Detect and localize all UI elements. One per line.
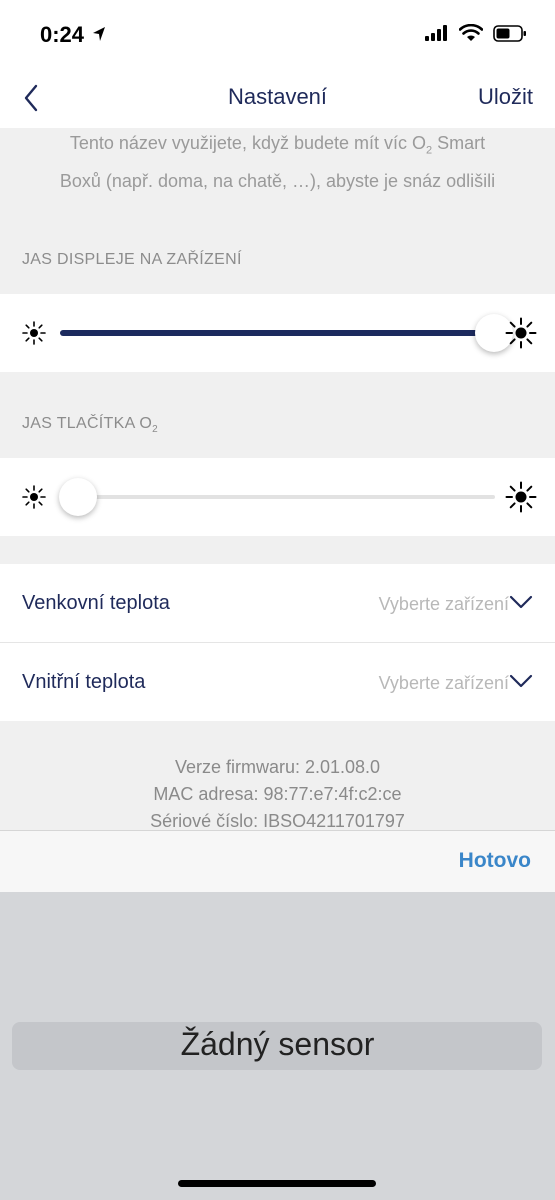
device-info: Verze firmwaru: 2.01.08.0 MAC adresa: 98… <box>0 754 555 830</box>
firmware-version: Verze firmwaru: 2.01.08.0 <box>174 757 381 777</box>
button-brightness-label-subscript: 2 <box>152 424 159 436</box>
done-button[interactable]: Hotovo <box>459 849 531 873</box>
indoor-temperature-label: Vnitřní teplota <box>22 671 146 693</box>
display-brightness-slider[interactable] <box>60 330 495 336</box>
mac-address: MAC adresa: 98:77:e7:4f:c2:ce <box>153 784 402 804</box>
display-brightness-slider-row <box>0 294 555 372</box>
cellular-signal-icon <box>425 25 447 41</box>
chevron-down-icon <box>509 595 533 609</box>
description-line1-end: Smart <box>432 133 486 153</box>
save-button[interactable]: Uložit <box>478 84 533 110</box>
picker-option-selected[interactable]: Žádný sensor <box>0 1026 555 1063</box>
wifi-icon <box>459 24 483 41</box>
indoor-temperature-placeholder: Vyberte zařízení <box>378 673 509 693</box>
location-arrow-icon <box>93 27 105 41</box>
sun-small-icon <box>22 485 46 509</box>
status-bar: 0:24 <box>0 0 555 70</box>
outdoor-temperature-label: Venkovní teplota <box>22 592 170 614</box>
sun-small-icon <box>22 321 46 345</box>
name-description: Tento název využijete, když budete mít v… <box>20 128 535 196</box>
outdoor-temperature-select[interactable]: Venkovní teplota Vyberte zařízení <box>0 564 555 642</box>
indoor-temperature-select[interactable]: Vnitřní teplota Vyberte zařízení <box>0 643 555 721</box>
display-brightness-label: JAS DISPLEJE NA ZAŘÍZENÍ <box>22 251 242 268</box>
button-brightness-slider[interactable] <box>60 494 495 500</box>
chevron-down-icon <box>509 674 533 688</box>
sun-large-icon <box>505 481 537 513</box>
page-title: Nastavení <box>227 84 328 109</box>
description-line2: Boxů (např. doma, na chatě, …), abyste j… <box>59 170 496 191</box>
button-brightness-label-text: JAS TLAČÍTKA O <box>22 415 153 432</box>
button-brightness-thumb[interactable] <box>59 478 97 516</box>
status-icons <box>425 24 527 42</box>
status-time: 0:24 <box>40 22 85 47</box>
button-brightness-label: JAS TLAČÍTKA O2 <box>22 415 158 435</box>
picker-toolbar: Hotovo <box>0 830 555 892</box>
home-indicator <box>178 1180 376 1187</box>
serial-number: Sériové číslo: IBSO4211701797 <box>150 811 405 830</box>
sun-large-icon <box>505 317 537 349</box>
sensor-picker[interactable]: Žádný sensor <box>0 892 555 1200</box>
nav-bar: Nastavení Uložit <box>0 70 555 128</box>
display-brightness-fill <box>60 330 495 336</box>
battery-icon <box>493 24 526 42</box>
outdoor-temperature-placeholder: Vyberte zařízení <box>378 594 509 614</box>
button-brightness-slider-row <box>0 458 555 536</box>
description-line1-start: Tento název využijete, když budete mít v… <box>69 133 427 153</box>
settings-content: Tento název využijete, když budete mít v… <box>0 128 555 830</box>
